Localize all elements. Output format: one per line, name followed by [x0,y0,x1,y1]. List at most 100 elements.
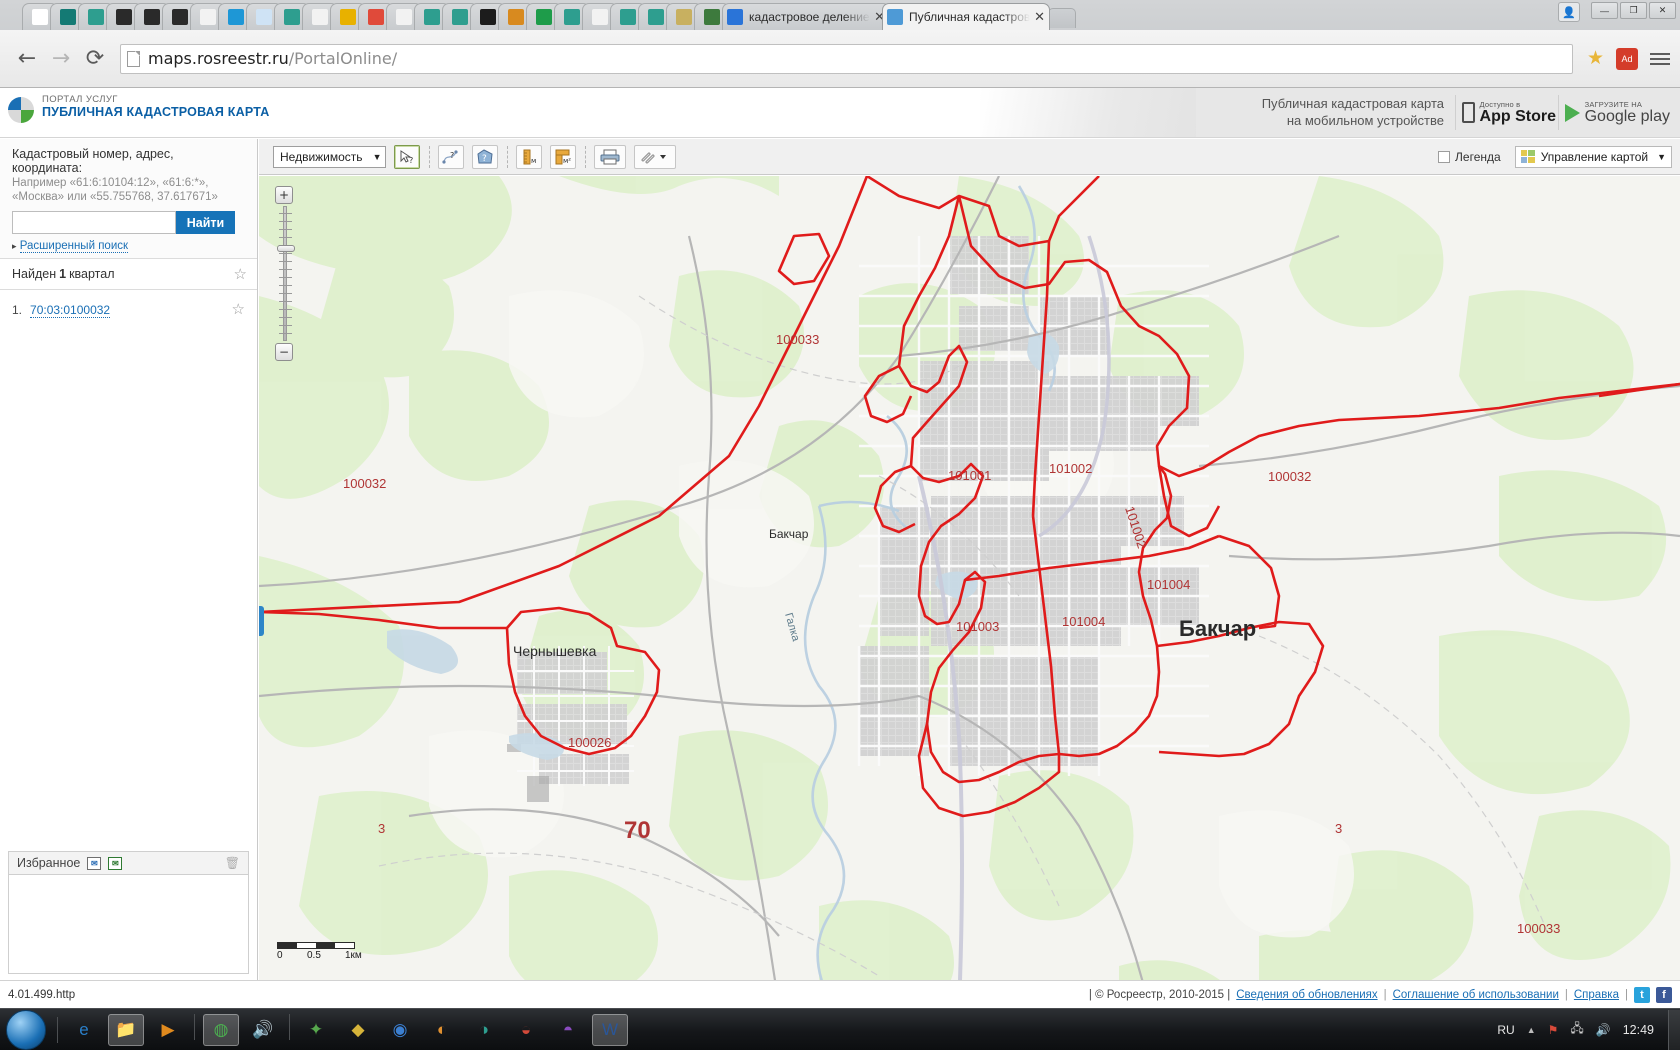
app-yellow-icon[interactable]: ◆ [340,1014,376,1046]
svg-text:101004: 101004 [1062,614,1105,629]
advanced-search-label: Расширенный поиск [19,240,129,253]
app-purple-icon[interactable]: ◓ [550,1014,586,1046]
tab-strip[interactable]: кадастровое деление ба✕Публичная кадастр… [0,0,1680,30]
system-tray[interactable]: RU ▲ ⚑ 🖧 🔊 12:49 [1497,1019,1660,1040]
footer-link-help[interactable]: Справка [1574,989,1619,1001]
reload-button[interactable]: ⟳ [78,42,112,76]
taskbar-items[interactable]: e 📁 ▶ ◍ 🔊 ✦ ◆ ◉ ◐ ◑ ◒ ◓ W [63,1013,631,1046]
navigation-bar: ← → ⟳ maps.rosreestr.ru/PortalOnline/ ★ … [0,30,1680,88]
app-store-button[interactable]: Доступно в App Store [1454,95,1562,130]
search-input[interactable] [12,211,176,234]
bookmark-star-icon[interactable]: ★ [1587,47,1604,70]
word-icon[interactable]: W [592,1013,628,1046]
zoom-slider[interactable] [277,206,295,341]
close-window-button[interactable]: ✕ [1649,2,1676,19]
network-icon[interactable]: 🖧 [1570,1019,1583,1040]
minimize-button[interactable]: — [1591,2,1618,19]
net-icon [452,9,468,25]
footer-link-agreement[interactable]: Соглашение об использовании [1393,989,1559,1001]
tray-expand-icon[interactable]: ▲ [1527,1025,1536,1035]
measure-area-tool-button[interactable]: м² [550,144,577,169]
polygon-info-tool-button[interactable]: ? [472,144,499,169]
scale-bar-labels: 0 0.5 1км [277,949,362,962]
svg-text:70: 70 [624,817,651,844]
tray-language[interactable]: RU [1497,1023,1514,1037]
chrome-menu-icon[interactable] [1650,50,1670,68]
window-buttons[interactable]: — ❐ ✕ [1591,2,1676,19]
measure-length-tool-button[interactable]: м [516,144,543,169]
estate-type-select[interactable]: Недвижимость ▼ [273,145,387,168]
excel-import-icon[interactable]: ✉ [87,856,102,870]
svg-text:101004: 101004 [1147,577,1190,592]
portal-brand[interactable]: ПОРТАЛ УСЛУГ ПУБЛИЧНАЯ КАДАСТРОВАЯ КАРТА [8,94,269,123]
media-player-icon[interactable]: ▶ [150,1014,186,1046]
excel-export-icon[interactable]: ✉ [108,856,123,870]
maximize-button[interactable]: ❐ [1620,2,1647,19]
zoom-control[interactable]: + − [275,186,295,361]
back-button[interactable]: ← [10,42,44,76]
select-info-tool-button[interactable]: ? [394,144,421,169]
address-bar[interactable]: maps.rosreestr.ru/PortalOnline/ [120,43,1573,74]
volume-icon[interactable]: 🔊 [1596,1023,1611,1037]
windows-start-icon[interactable] [6,1009,46,1050]
taskbar[interactable]: e 📁 ▶ ◍ 🔊 ✦ ◆ ◉ ◐ ◑ ◒ ◓ W RU ▲ ⚑ 🖧 🔊 12:49 [0,1008,1680,1050]
app-blue-icon[interactable]: ◉ [382,1014,418,1046]
forward-button[interactable]: → [44,42,78,76]
scale-label-0: 0 [277,950,283,961]
security-flag-icon[interactable]: ⚑ [1548,1023,1559,1037]
app-teal-icon[interactable]: ◑ [466,1014,502,1046]
explorer-folder-icon[interactable]: 📁 [108,1013,144,1046]
app-green-icon[interactable]: ✦ [298,1014,334,1046]
new-tab-button[interactable] [1048,8,1076,28]
volume-icon[interactable]: 🔊 [245,1014,281,1046]
favorite-all-star-icon[interactable]: ☆ [234,265,247,283]
adblock-extension-icon[interactable]: Ad [1616,47,1638,70]
link-tool-button[interactable] [634,144,677,169]
app-red-icon[interactable]: ◒ [508,1014,544,1046]
svg-text:м: м [531,157,536,165]
result-cadastral-link[interactable]: 70:03:0100032 [30,303,111,318]
footer-link-updates[interactable]: Сведения об обновлениях [1236,989,1377,1001]
search-hint: Например «61:6:10104:12», «61:6:*», «Мос… [12,176,247,204]
svg-text:3: 3 [378,821,385,836]
list-item[interactable]: 1. 70:03:0100032 ☆ [12,300,245,318]
user-profile-icon[interactable]: 👤 [1558,2,1580,22]
browser-tab-26[interactable]: Публичная кадастровая ✕ [882,3,1050,30]
google-play-button[interactable]: ЗАГРУЗИТЕ НА Google play [1557,95,1676,130]
legend-checkbox[interactable] [1438,150,1451,163]
map-canvas[interactable]: 100033 100032 100032 101001 101002 10100… [259,176,1680,980]
tray-clock[interactable]: 12:49 [1623,1023,1654,1037]
path-info-tool-button[interactable]: ? [438,144,465,169]
advanced-search-link[interactable]: ▸ Расширенный поиск [12,240,247,253]
zoom-out-button[interactable]: − [275,343,293,361]
legend-toggle[interactable]: Легенда [1438,150,1501,164]
scale-label-one: 1км [345,950,362,961]
footer-links[interactable]: | © Росреестр, 2010-2015 | Сведения об о… [1089,986,1672,1003]
favorite-star-icon[interactable]: ☆ [232,300,245,318]
map-control-button[interactable]: Управление картой ▼ [1514,145,1672,168]
twitter-icon[interactable]: t [1634,986,1650,1003]
favorites-header: Избранное ✉ ✉ 🗑 [8,851,249,874]
map-control-label: Управление картой [1540,149,1649,164]
svg-text:Бакчар: Бакчар [769,527,809,541]
sidebar-collapse-handle[interactable] [259,606,264,636]
find-button[interactable]: Найти [176,211,235,234]
close-icon[interactable]: ✕ [1034,10,1045,25]
print-tool-button[interactable] [594,144,627,169]
svg-text:Бакчар: Бакчар [1179,616,1256,641]
chrome-icon[interactable]: ◍ [203,1013,239,1046]
portal-header: ПОРТАЛ УСЛУГ ПУБЛИЧНАЯ КАДАСТРОВАЯ КАРТА… [0,88,1680,138]
app-orange-icon[interactable]: ◐ [424,1014,460,1046]
iphone-icon [1461,102,1475,123]
pkk-icon [887,9,903,25]
zoom-slider-handle[interactable] [277,245,295,252]
show-desktop-button[interactable] [1668,1009,1680,1050]
page-info-icon [127,50,140,67]
grid-icon [1520,150,1535,163]
toolbar-separator [429,145,431,168]
zoom-in-button[interactable]: + [275,186,293,204]
browser-tab-25[interactable]: кадастровое деление ба✕ [722,3,890,30]
facebook-icon[interactable]: f [1656,986,1672,1003]
internet-explorer-icon[interactable]: e [66,1014,102,1046]
trash-icon[interactable]: 🗑 [225,856,240,870]
